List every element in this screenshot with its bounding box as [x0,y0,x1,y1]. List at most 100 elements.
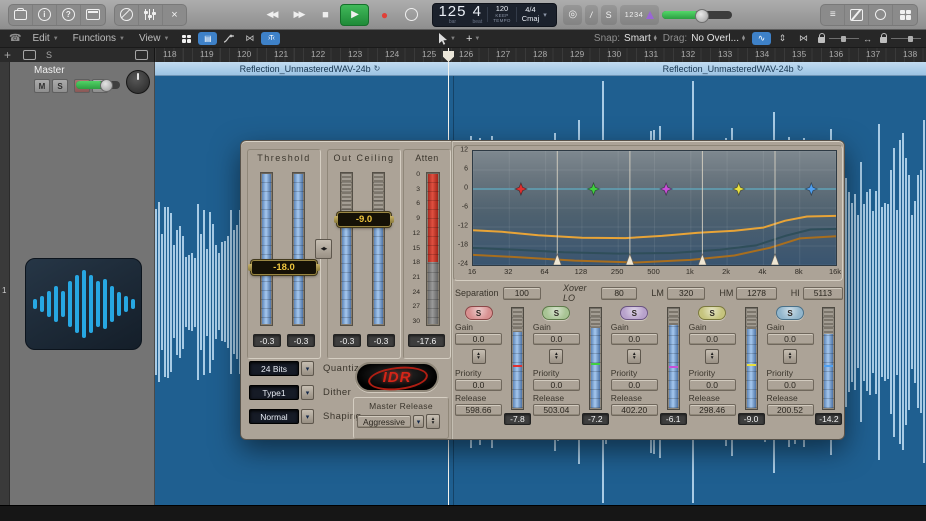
quantize-dropdown-icon[interactable]: ▾ [301,361,314,376]
xover-lm-value[interactable]: 320 [667,287,705,300]
band-stepper[interactable]: ▴▾ [472,349,486,364]
master-release-dropdown-icon[interactable]: ▾ [413,415,424,428]
release-value[interactable]: 298.46 [689,404,736,416]
band-marker-star[interactable] [588,183,600,195]
release-value[interactable]: 598.66 [455,404,502,416]
library-button[interactable] [9,5,33,25]
track-volume-slider[interactable] [76,81,120,89]
drag-stepper-icon[interactable]: ▴▾ [742,36,745,41]
chevron-down-icon[interactable]: ▼ [474,36,480,42]
out-ceiling-value[interactable]: -9.0 [337,212,391,227]
shaping-select[interactable]: Normal [249,409,299,424]
zoom-slider-thumb[interactable] [841,36,846,42]
cycle-button[interactable] [399,5,423,25]
band-marker-star[interactable] [660,183,672,195]
horizontal-zoom-slider[interactable] [891,38,921,39]
priority-value[interactable]: 0.0 [767,379,814,391]
multiband-graph[interactable]: 1260-6-12-18-24 1632641282505001k2k4k8k1… [453,145,843,281]
threshold-slider-left[interactable] [260,172,273,326]
lock-icon[interactable] [818,37,825,43]
track-volume-knob[interactable] [100,79,113,92]
automation-button[interactable] [219,32,238,45]
lock-icon[interactable] [880,37,887,43]
play-button[interactable]: ▶ [340,4,369,26]
release-value[interactable]: 200.52 [767,404,814,416]
menu-functions[interactable]: Functions▼ [66,33,132,44]
master-volume-slider[interactable] [662,11,732,19]
chevron-down-icon[interactable]: ▼ [450,36,456,42]
mixer-button[interactable]: .sliders3 i:nth-child(1)::after{top:2px;… [139,5,163,25]
band-stepper[interactable]: ▴▾ [549,349,563,364]
gain-value[interactable]: 0.0 [767,333,814,345]
gain-value[interactable]: 0.0 [689,333,736,345]
volume-knob[interactable] [695,9,709,23]
graph-plot[interactable] [472,150,837,266]
rewind-button[interactable]: ◀◀ [259,5,283,25]
grid-button[interactable] [177,32,196,45]
snap-stepper-icon[interactable]: ▴▾ [654,36,657,41]
record-button[interactable]: ● [372,5,396,25]
loop-browser-button[interactable] [869,5,893,25]
link-button[interactable]: ◀▶ [315,239,332,259]
quick-help-button[interactable]: ? [57,5,81,25]
master-release-stepper[interactable]: ▴▾ [426,414,440,429]
pan-knob[interactable] [126,70,150,94]
flex-button[interactable]: ⋈ [240,32,259,45]
menu-view[interactable]: View▼ [132,33,176,44]
band-solo-button[interactable]: S [465,306,493,320]
list-editors-button[interactable]: ≡ [821,5,845,25]
gain-value[interactable]: 0.0 [533,333,580,345]
waveform-zoom-button[interactable]: ∿ [752,32,771,45]
vertical-zoom-slider[interactable] [829,38,859,39]
xover-lo-value[interactable]: 80 [601,287,638,300]
band-solo-button[interactable]: S [620,306,648,320]
piano-roll-button[interactable]: ▤ [198,32,217,45]
forward-button[interactable]: ▶▶ [286,5,310,25]
smart-controls-button[interactable] [115,5,139,25]
pointer-tool-icon[interactable] [438,33,448,45]
secondary-tool-icon[interactable]: + [466,33,472,45]
count-in-button[interactable]: 1234 [620,5,660,25]
gain-value[interactable]: 0.0 [611,333,658,345]
crossover-handle[interactable] [626,254,634,265]
gain-value[interactable]: 0.0 [455,333,502,345]
release-value[interactable]: 402.20 [611,404,658,416]
note-pads-button[interactable] [845,5,869,25]
out-ceiling-slider-left[interactable] [340,172,353,326]
low-latency-button[interactable]: / [585,5,598,25]
region-name[interactable]: Reflection_UnmasteredWAV-24b ↻ [663,64,804,74]
threshold-value[interactable]: -18.0 [251,260,317,275]
xover-hi-value[interactable]: 5113 [803,287,843,300]
lcd-chevron-icon[interactable]: ▾ [543,11,547,19]
shaping-dropdown-icon[interactable]: ▾ [301,409,314,424]
display-mode-icon[interactable] [135,50,148,60]
band-solo-button[interactable]: S [542,306,570,320]
add-track-button[interactable]: + [4,48,11,62]
separation-value[interactable]: 100 [503,287,541,300]
quantize-select[interactable]: 24 Bits [249,361,299,376]
lcd-display[interactable]: 125 bar 4 beat 120 KEEP TEMPO 4/4 Cmaj ▾ [432,3,557,27]
priority-value[interactable]: 0.0 [533,379,580,391]
fit-zoom-button[interactable]: ⋈ [794,32,813,45]
duplicate-track-icon[interactable] [23,50,36,60]
inspector-button[interactable]: i [33,5,57,25]
solo-button[interactable]: S [52,79,68,93]
crossover-handle[interactable] [771,254,779,265]
xover-hm-value[interactable]: 1278 [736,287,776,300]
band-marker-star[interactable] [515,183,527,195]
l3-multimaximizer-plugin[interactable]: Threshold -18.0 -0.3 -0.3 ◀▶ Out Ceiling… [240,140,845,440]
priority-value[interactable]: 0.0 [689,379,736,391]
priority-value[interactable]: 0.0 [611,379,658,391]
master-release-select[interactable]: Aggressive [357,415,411,428]
dither-select[interactable]: Type1 [249,385,299,400]
midi-in-icon[interactable]: ☎ [5,33,25,44]
auto-track-zoom-button[interactable]: ⇕ [773,32,792,45]
zoom-slider-thumb[interactable] [908,36,913,42]
band-marker-star[interactable] [733,183,745,195]
editors-button[interactable]: × [163,5,187,25]
mute-button[interactable]: M [34,79,50,93]
dither-dropdown-icon[interactable]: ▾ [301,385,314,400]
threshold-slider-right[interactable] [292,172,305,326]
band-stepper[interactable]: ▴▾ [783,349,797,364]
media-browser-button[interactable] [893,5,917,25]
